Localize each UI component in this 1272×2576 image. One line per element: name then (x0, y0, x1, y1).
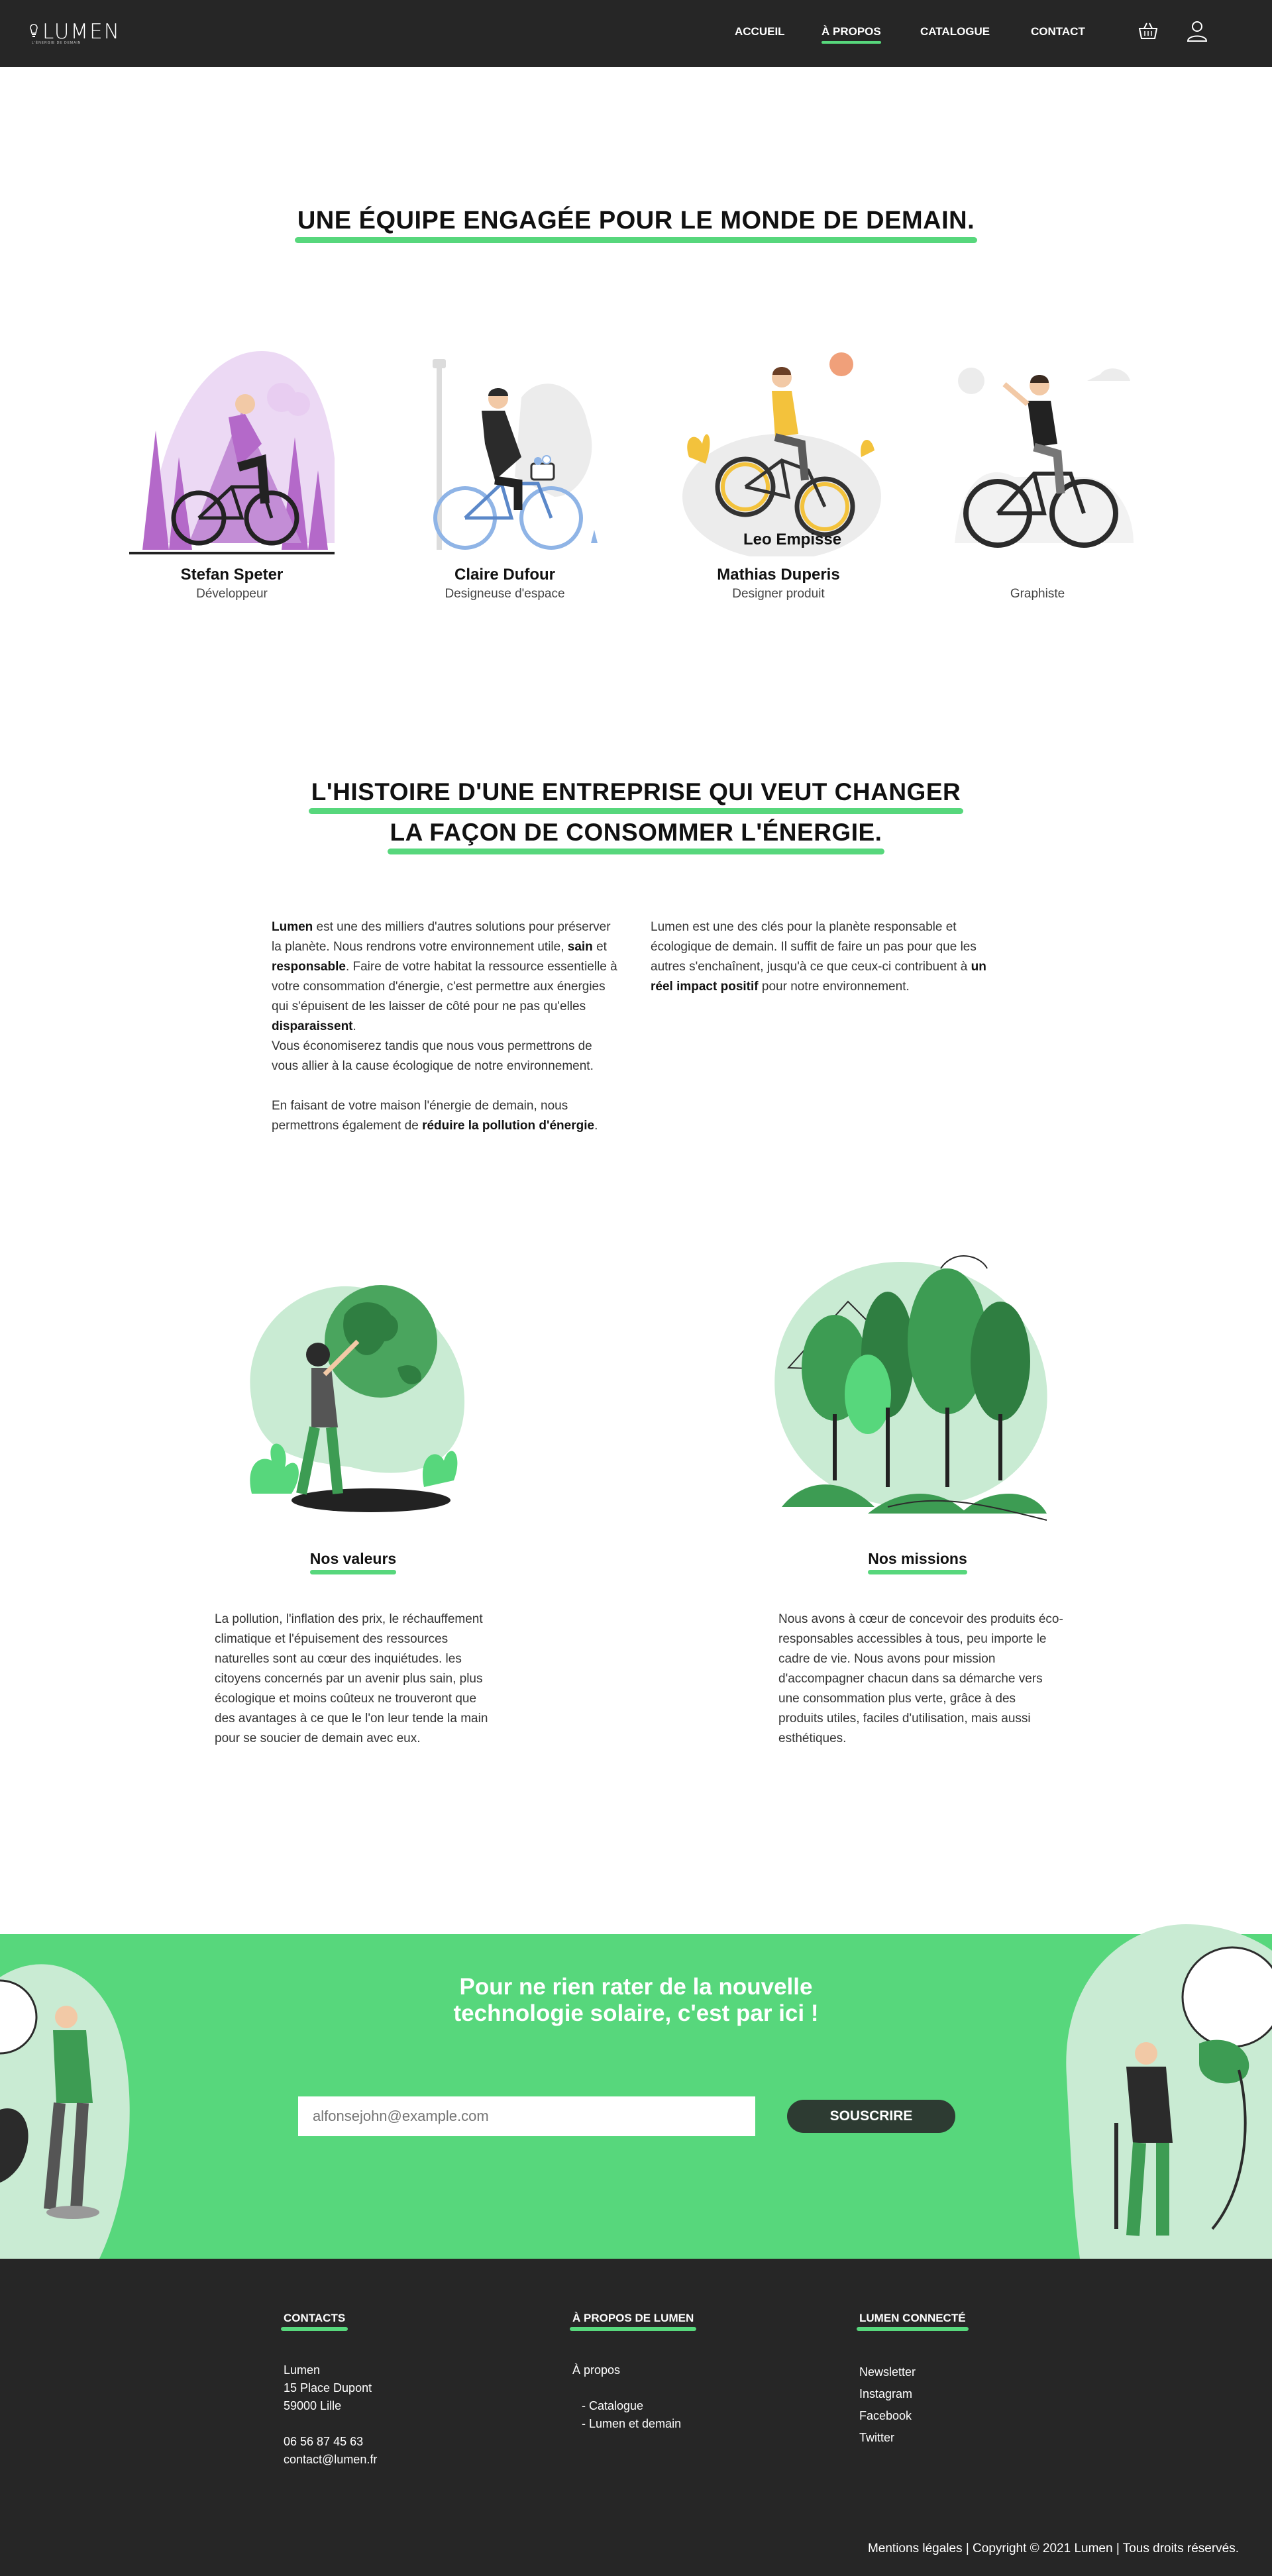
history-right-text: Lumen est une des clés pour la planète r… (651, 920, 986, 994)
cyclist-illustration (955, 368, 1134, 548)
member-name: Claire Dufour (454, 566, 555, 584)
cyclist-illustration (129, 351, 335, 554)
nav-accueil[interactable]: ACCUEIL (735, 25, 785, 38)
footer-link-twitter[interactable]: Twitter (859, 2427, 916, 2449)
newsletter-section: Pour ne rien rater de la nouvelle technol… (0, 1911, 1272, 2259)
forest-illustration (774, 1255, 1047, 1521)
bulb-icon (30, 24, 38, 37)
footer-about-links: À propos - Catalogue - Lumen et demain (572, 2361, 681, 2433)
footer-contacts-title: CONTACTS (280, 2312, 348, 2331)
nav-contact[interactable]: CONTACT (1031, 25, 1085, 38)
member-card: Stefan Speter Développeur (123, 344, 341, 609)
member-card: Mathias Duperis Designer produit (669, 344, 888, 609)
subscribe-button[interactable]: SOUSCRIRE (787, 2100, 955, 2133)
cyclist-illustration (682, 352, 881, 556)
basket-icon[interactable] (1137, 20, 1159, 42)
history-title-line1: L'HISTOIRE D'UNE ENTREPRISE QUI VEUT CHA… (0, 778, 1272, 814)
team-title: UNE ÉQUIPE ENGAGÉE POUR LE MONDE DE DEMA… (0, 207, 1272, 243)
footer-social-links: Newsletter Instagram Facebook Twitter (859, 2361, 916, 2449)
footer-phone[interactable]: 06 56 87 45 63 (284, 2433, 377, 2451)
site-header: LUMEN L'ÉNERGIE DE DEMAIN ACCUEIL À PROP… (0, 0, 1272, 67)
footer-link-facebook[interactable]: Facebook (859, 2405, 916, 2427)
member-name: Stefan Speter (180, 566, 284, 584)
workers-left-illustration (0, 1964, 130, 2259)
footer-about-title: À PROPOS DE LUMEN (569, 2312, 697, 2331)
logo[interactable]: LUMEN L'ÉNERGIE DE DEMAIN (28, 20, 134, 46)
email-field[interactable] (298, 2096, 755, 2136)
values-text: La pollution, l'inflation des prix, le r… (215, 1612, 488, 1745)
nav-catalogue[interactable]: CATALOGUE (920, 25, 990, 38)
footer-link-catalogue[interactable]: - Catalogue (572, 2397, 681, 2415)
values-title: Nos valeurs (309, 1550, 397, 1574)
nav-a-propos[interactable]: À PROPOS (822, 25, 881, 44)
member-role: Designeuse d'espace (445, 587, 565, 601)
copyright: Mentions légales | Copyright © 2021 Lume… (867, 2542, 1239, 2555)
missions-title: Nos missions (868, 1550, 967, 1574)
workers-right-illustration (1066, 1924, 1272, 2259)
member-card: Graphiste (928, 344, 1147, 609)
member-name: Mathias Duperis (717, 566, 840, 584)
earth-illustration (250, 1285, 465, 1512)
site-footer: CONTACTS Lumen 15 Place Dupont 59000 Lil… (0, 2259, 1272, 2576)
footer-email[interactable]: contact@lumen.fr (284, 2451, 377, 2469)
cyclist-illustration (433, 359, 598, 550)
logo-text: LUMEN (42, 20, 121, 44)
member-card: Claire Dufour Designeuse d'espace (396, 344, 614, 609)
footer-link-a-propos[interactable]: À propos (572, 2361, 681, 2379)
footer-link-newsletter[interactable]: Newsletter (859, 2361, 916, 2383)
newsletter-title: Pour ne rien rater de la nouvelle technol… (453, 1974, 819, 2026)
member-role: Développeur (196, 587, 268, 601)
logo-tagline: L'ÉNERGIE DE DEMAIN (32, 41, 81, 45)
footer-link-lumen-demain[interactable]: - Lumen et demain (572, 2415, 681, 2433)
member-role: Graphiste (1010, 587, 1065, 601)
footer-social-title: LUMEN CONNECTÉ (857, 2312, 969, 2331)
member-name-overlay: Leo Empisse (743, 531, 842, 548)
member-role: Designer produit (732, 587, 825, 601)
user-icon[interactable] (1186, 20, 1208, 42)
footer-link-instagram[interactable]: Instagram (859, 2383, 916, 2405)
missions-text: Nous avons à cœur de concevoir des produ… (778, 1612, 1063, 1745)
history-title-line2: LA FAÇON DE CONSOMMER L'ÉNERGIE. (0, 819, 1272, 854)
history-left-text: Lumen est une des milliers d'autres solu… (272, 920, 617, 1133)
footer-address: Lumen 15 Place Dupont 59000 Lille 06 56 … (284, 2361, 377, 2469)
